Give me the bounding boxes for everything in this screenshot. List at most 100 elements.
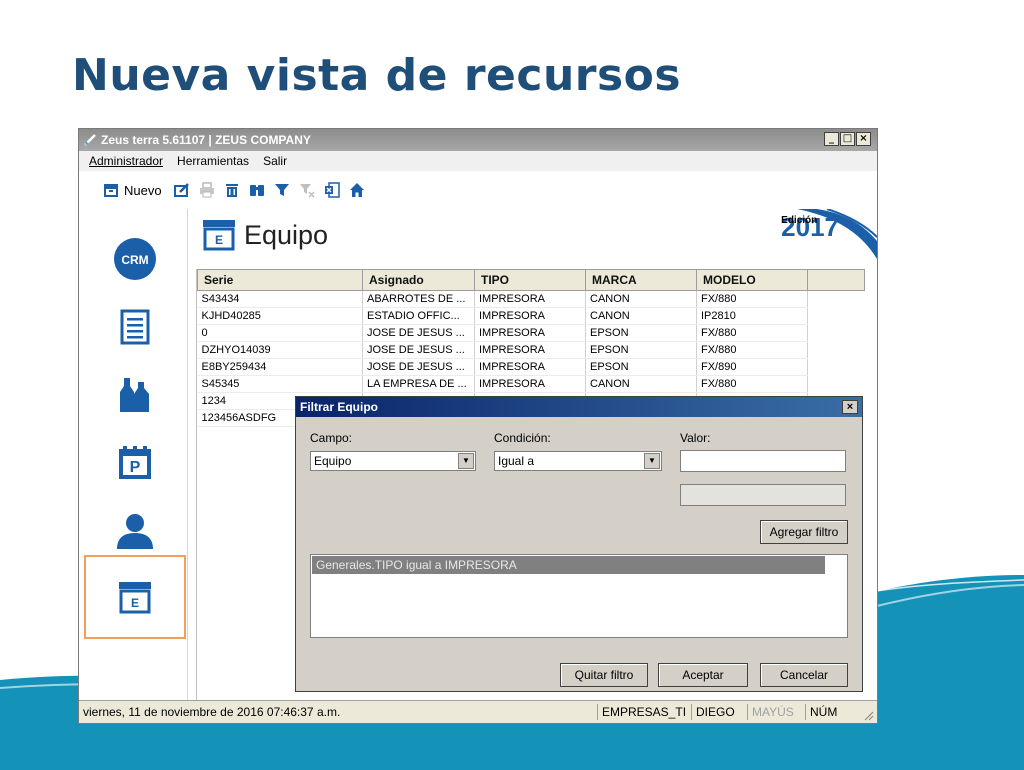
cell: IMPRESORA [474, 341, 586, 359]
clear-filter-icon[interactable] [299, 182, 315, 198]
campo-label: Campo: [310, 431, 353, 445]
filter-list: Generales.TIPO igual a IMPRESORA [310, 554, 848, 638]
chevron-down-icon[interactable]: ▼ [458, 453, 474, 469]
equipo-title-icon: E [203, 220, 235, 251]
edit-icon[interactable] [173, 182, 190, 198]
page-title: Equipo [244, 219, 329, 250]
status-num: NÚM [805, 704, 841, 720]
user-icon [117, 514, 153, 549]
cell: IMPRESORA [474, 358, 586, 376]
maximize-button[interactable]: □ [840, 132, 855, 146]
table-row[interactable]: 0 JOSE DE JESUS ... IMPRESORA EPSON FX/880 [197, 324, 865, 342]
excel-icon[interactable] [324, 182, 340, 198]
cell: FX/880 [696, 290, 808, 308]
column-header-marca[interactable]: MARCA [585, 269, 697, 291]
new-label: Nuevo [124, 182, 162, 198]
table-row[interactable]: DZHYO14039 JOSE DE JESUS ... IMPRESORA EPSO… [197, 341, 865, 359]
toolbar: Nuevo [79, 171, 877, 210]
valor-secondary-input [680, 484, 846, 506]
add-filter-button[interactable]: Agregar filtro [760, 520, 848, 544]
column-header-filler [807, 269, 865, 291]
cell: IMPRESORA [474, 290, 586, 308]
cell: E8BY259434 [197, 358, 363, 376]
cell: EPSON [585, 341, 697, 359]
window-titlebar[interactable]: Zeus terra 5.61107 | ZEUS COMPANY _ □ × [79, 129, 877, 151]
equipo-icon: E [119, 582, 151, 614]
filter-dialog: Filtrar Equipo × Campo: Equipo ▼ Condici… [295, 396, 863, 692]
cell: EPSON [585, 324, 697, 342]
cell: 0 [197, 324, 363, 342]
cell: ESTADIO OFFIC... [362, 307, 475, 325]
cell: FX/890 [696, 358, 808, 376]
window-title: Zeus terra 5.61107 | ZEUS COMPANY [101, 133, 311, 147]
campo-value: Equipo [314, 454, 352, 468]
remove-filter-button[interactable]: Quitar filtro [560, 663, 648, 687]
column-header-serie[interactable]: Serie [197, 269, 363, 291]
column-header-tipo[interactable]: TIPO [474, 269, 586, 291]
list-icon [120, 309, 150, 345]
dialog-close-button[interactable]: × [842, 400, 858, 414]
condicion-label: Condición: [494, 431, 551, 445]
minimize-button[interactable]: _ [824, 132, 839, 146]
new-icon [104, 184, 118, 197]
crm-icon-label: CRM [121, 253, 148, 267]
menu-salir[interactable]: Salir [263, 154, 287, 168]
campo-select[interactable]: Equipo ▼ [310, 451, 476, 471]
valor-label: Valor: [680, 431, 711, 445]
edition-badge: Edición 2017 [781, 214, 839, 240]
table-row[interactable]: S43434 ABARROTES DE ... IMPRESORA CANON FX/8… [197, 290, 865, 308]
print-icon[interactable] [199, 182, 215, 198]
chevron-down-icon[interactable]: ▼ [644, 453, 660, 469]
column-header-asignado[interactable]: Asignado [362, 269, 475, 291]
cell: IMPRESORA [474, 324, 586, 342]
cell: S43434 [197, 290, 363, 308]
close-window-button[interactable]: × [856, 132, 871, 146]
cancel-button[interactable]: Cancelar [760, 663, 848, 687]
cell: ABARROTES DE ... [362, 290, 475, 308]
condicion-value: Igual a [498, 454, 535, 468]
filter-list-item[interactable]: Generales.TIPO igual a IMPRESORA [312, 556, 825, 574]
sidebar: CRM P E [79, 209, 188, 703]
cell: IMPRESORA [474, 307, 586, 325]
equipo-title-icon-label: E [215, 233, 223, 247]
bottles-icon [120, 378, 149, 412]
find-icon[interactable] [249, 182, 265, 198]
cell: JOSE DE JESUS ... [362, 341, 475, 359]
cell: DZHYO14039 [197, 341, 363, 359]
app-icon [84, 134, 96, 146]
table-row[interactable]: S45345 LA EMPRESA DE ... IMPRESORA CANON FX/… [197, 375, 865, 393]
table-row[interactable]: E8BY259434 JOSE DE JESUS ... IMPRESORA EPSO… [197, 358, 865, 376]
menu-administrador[interactable]: Administrador [89, 154, 163, 168]
resize-grip-icon[interactable] [862, 709, 874, 721]
condicion-select[interactable]: Igual a ▼ [494, 451, 662, 471]
sidebar-item-equipo[interactable]: E [84, 555, 186, 639]
page-header: E Equipo [202, 219, 328, 251]
table-row[interactable]: KJHD40285 ESTADIO OFFIC... IMPRESORA CANON I… [197, 307, 865, 325]
edition-label: Edición [781, 215, 818, 226]
cell: S45345 [197, 375, 363, 393]
cell: FX/880 [696, 324, 808, 342]
menu-herramientas[interactable]: Herramientas [177, 154, 249, 168]
equipo-icon-label: E [131, 596, 139, 610]
menubar: Administrador Herramientas Salir [79, 151, 877, 171]
crm-icon: CRM [114, 238, 156, 280]
new-button[interactable]: Nuevo [103, 183, 162, 198]
cell: IMPRESORA [474, 375, 586, 393]
dialog-titlebar[interactable]: Filtrar Equipo × [296, 397, 862, 417]
cell: CANON [585, 307, 697, 325]
cell: CANON [585, 290, 697, 308]
calendar-icon: P [119, 446, 151, 479]
calendar-icon-label: P [130, 459, 141, 476]
cell: JOSE DE JESUS ... [362, 324, 475, 342]
cell: FX/880 [696, 341, 808, 359]
status-company: EMPRESAS_TI [597, 704, 690, 720]
cell: FX/880 [696, 375, 808, 393]
column-header-modelo[interactable]: MODELO [696, 269, 808, 291]
valor-input[interactable] [680, 450, 846, 472]
app-window: Zeus terra 5.61107 | ZEUS COMPANY _ □ × … [78, 128, 878, 724]
accept-button[interactable]: Aceptar [658, 663, 748, 687]
cell: JOSE DE JESUS ... [362, 358, 475, 376]
delete-icon[interactable] [224, 182, 240, 198]
filter-icon[interactable] [274, 182, 290, 198]
home-icon[interactable] [349, 182, 365, 198]
